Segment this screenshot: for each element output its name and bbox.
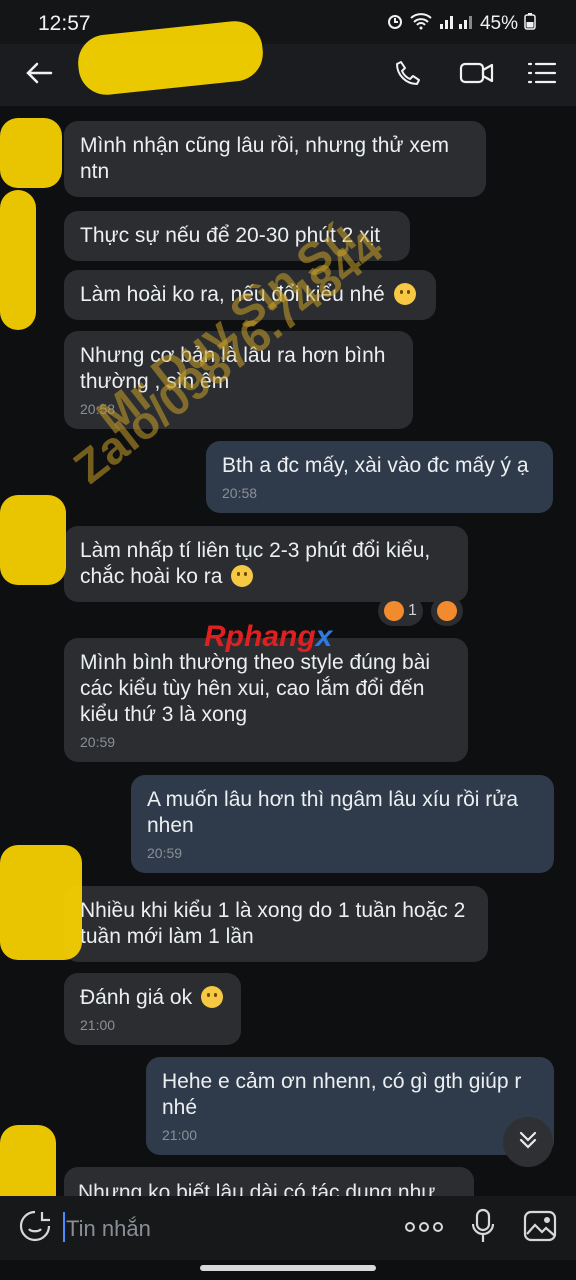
voice-message-button[interactable] xyxy=(466,1208,500,1248)
video-call-button[interactable] xyxy=(452,44,502,106)
microphone-icon xyxy=(470,1208,496,1249)
message-outgoing[interactable]: Bth a đc mấy, xài vào đc mấy ý ạ 20:58 xyxy=(206,441,553,513)
redaction-scribble xyxy=(0,118,62,188)
battery-icon xyxy=(524,12,536,36)
message-incoming[interactable]: Mình nhận cũng lâu rồi, nhưng thử xem nt… xyxy=(64,121,486,197)
message-incoming[interactable]: Đánh giá ok 21:00 xyxy=(64,973,241,1045)
more-options-button[interactable] xyxy=(402,1214,446,1242)
add-reaction-button[interactable] xyxy=(430,596,463,626)
reaction-chip[interactable]: 1 xyxy=(378,596,423,626)
message-reactions: 1 xyxy=(378,596,463,626)
redaction-scribble xyxy=(0,190,36,330)
message-outgoing[interactable]: Hehe e cảm ơn nhenn, có gì gth giúp r nh… xyxy=(146,1057,554,1155)
sticker-button[interactable] xyxy=(16,1210,54,1246)
voice-call-button[interactable] xyxy=(386,44,430,106)
smile-emoji-icon xyxy=(393,283,416,305)
smile-emoji-icon xyxy=(200,986,223,1008)
gallery-button[interactable] xyxy=(520,1208,560,1248)
laugh-reaction-icon xyxy=(436,601,457,621)
menu-button[interactable] xyxy=(520,44,564,106)
reaction-count: 1 xyxy=(408,602,417,619)
message-input[interactable] xyxy=(64,1208,388,1250)
status-icons: 45% xyxy=(386,12,536,36)
message-outgoing[interactable]: A muốn lâu hơn thì ngâm lâu xíu rồi rửa … xyxy=(131,775,554,873)
wifi-icon xyxy=(410,12,432,36)
back-button[interactable] xyxy=(14,44,64,106)
message-time: 21:00 xyxy=(162,1127,198,1143)
scroll-to-bottom-button[interactable] xyxy=(503,1117,553,1167)
message-text: Nhiều khi kiểu 1 là xong do 1 tuần hoặc … xyxy=(80,899,466,948)
sticker-icon xyxy=(18,1209,52,1248)
alarm-icon xyxy=(386,12,404,36)
message-incoming[interactable]: Làm nhấp tí liên tục 2-3 phút đổi kiểu, … xyxy=(64,526,468,602)
signal-icon xyxy=(438,12,474,36)
message-text: Mình nhận cũng lâu rồi, nhưng thử xem nt… xyxy=(80,134,449,183)
message-time: 20:59 xyxy=(147,845,183,861)
back-arrow-icon xyxy=(25,61,53,90)
message-incoming[interactable]: Nhiều khi kiểu 1 là xong do 1 tuần hoặc … xyxy=(64,886,488,962)
more-dots-icon xyxy=(405,1219,443,1237)
brand-logo: Rphangx xyxy=(204,620,333,653)
wink-emoji-icon xyxy=(231,565,254,587)
image-icon xyxy=(523,1210,557,1247)
message-text: A muốn lâu hơn thì ngâm lâu xíu rồi rửa … xyxy=(147,788,519,837)
laugh-reaction-icon xyxy=(384,601,404,621)
redaction-scribble xyxy=(0,845,82,960)
message-text: Hehe e cảm ơn nhenn, có gì gth giúp r nh… xyxy=(162,1070,522,1119)
message-input-bar xyxy=(0,1196,576,1260)
double-chevron-down-icon xyxy=(517,1129,539,1156)
home-indicator[interactable] xyxy=(200,1265,376,1271)
status-bar: 12:57 45% xyxy=(0,0,576,44)
message-time: 21:00 xyxy=(80,1017,116,1033)
message-text: Mình bình thường theo style đúng bài các… xyxy=(80,651,431,726)
phone-icon xyxy=(394,59,422,92)
redaction-scribble xyxy=(0,495,66,585)
list-menu-icon xyxy=(527,61,557,90)
message-text: Làm nhấp tí liên tục 2-3 phút đổi kiểu, … xyxy=(80,539,431,588)
message-time: 20:58 xyxy=(222,485,258,501)
message-text: Bth a đc mấy, xài vào đc mấy ý ạ xyxy=(222,454,529,477)
message-time: 20:59 xyxy=(80,734,116,750)
video-camera-icon xyxy=(459,60,495,91)
battery-level: 45% xyxy=(479,13,518,34)
message-incoming[interactable]: Mình bình thường theo style đúng bài các… xyxy=(64,638,468,762)
message-text: Đánh giá ok xyxy=(80,985,225,1011)
status-time: 12:57 xyxy=(38,12,91,35)
